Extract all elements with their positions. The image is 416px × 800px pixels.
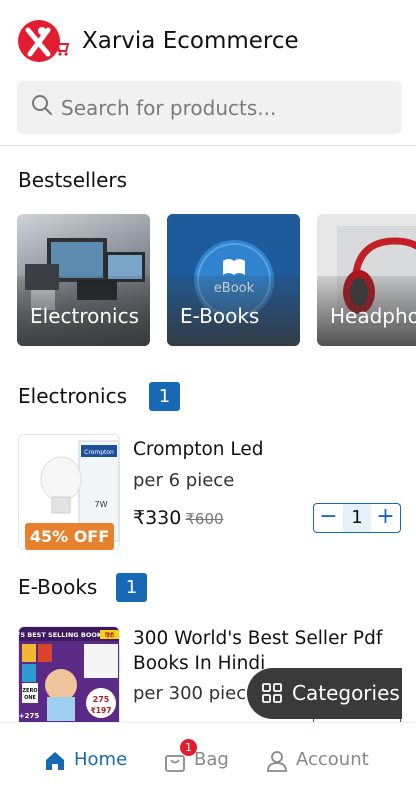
- product-image-hindi-books[interactable]: 275 BEST SELLING BOOKS हिंदी ZERO ONE 27…: [18, 626, 120, 722]
- zero-book-text: ZERO: [22, 688, 37, 694]
- discount-badge: 45% OFF: [25, 523, 114, 550]
- category-card-electronics[interactable]: Electronics: [17, 214, 150, 346]
- account-icon: [267, 751, 287, 772]
- nav-home[interactable]: Home: [36, 723, 136, 800]
- box-brand-text: Crompton: [84, 449, 114, 456]
- bottom-navigation: Home Bag 1 Account: [0, 722, 416, 800]
- section-count-badge: 1: [116, 573, 147, 602]
- original-price: ₹600: [185, 510, 224, 528]
- category-card-ebooks[interactable]: eBook E-Books: [167, 214, 300, 346]
- sale-price: ₹330: [133, 507, 182, 529]
- categories-label: Categories: [292, 681, 400, 705]
- grid-icon: [262, 683, 282, 703]
- bestsellers-title: Bestsellers: [18, 168, 128, 192]
- quantity-stepper: − 1 +: [313, 503, 401, 533]
- increase-quantity-button[interactable]: +: [371, 504, 400, 532]
- home-icon: [46, 752, 64, 770]
- banner-text: 275 BEST SELLING BOOKS: [19, 631, 107, 639]
- section-count-badge: 1: [149, 382, 180, 411]
- section-title-electronics: Electronics: [18, 384, 128, 408]
- brand-logo: [18, 20, 70, 62]
- nav-bag[interactable]: Bag: [156, 723, 246, 800]
- plus-count-text: +275: [19, 712, 39, 720]
- product-price: ₹330 ₹600: [133, 507, 224, 529]
- category-label: E-Books: [180, 304, 260, 328]
- product-unit: per 6 piece: [133, 470, 235, 491]
- app-header: Xarvia Ecommerce: [0, 0, 416, 146]
- app-title: Xarvia Ecommerce: [82, 28, 299, 54]
- nav-account[interactable]: Account: [258, 723, 388, 800]
- product-unit: per 300 piece: [133, 683, 258, 704]
- decrease-quantity-button[interactable]: −: [314, 504, 343, 532]
- nav-account-label: Account: [296, 749, 369, 770]
- bundle-count-text: 275: [93, 695, 110, 704]
- search-input[interactable]: [61, 81, 391, 134]
- book-bundle-image: 275 BEST SELLING BOOKS हिंदी ZERO ONE 27…: [19, 627, 119, 722]
- category-card-headphones[interactable]: Headphones: [317, 214, 416, 346]
- category-label: Headphones: [330, 304, 416, 328]
- bag-count-badge: 1: [180, 739, 197, 756]
- nav-home-label: Home: [74, 749, 128, 770]
- category-label: Electronics: [30, 304, 140, 328]
- categories-fab-button[interactable]: Categories: [247, 668, 402, 719]
- one-book-text: ONE: [24, 695, 36, 701]
- quantity-value: 1: [343, 504, 371, 532]
- product-name[interactable]: Crompton Led: [133, 437, 403, 462]
- search-bar[interactable]: [17, 81, 402, 134]
- section-title-ebooks: E-Books: [18, 575, 98, 599]
- hindi-tag-text: हिंदी: [104, 631, 114, 639]
- search-icon: [32, 95, 52, 115]
- box-watt-text: 7W: [95, 500, 108, 509]
- nav-bag-label: Bag: [194, 749, 229, 770]
- bundle-price-text: ₹197: [91, 706, 112, 715]
